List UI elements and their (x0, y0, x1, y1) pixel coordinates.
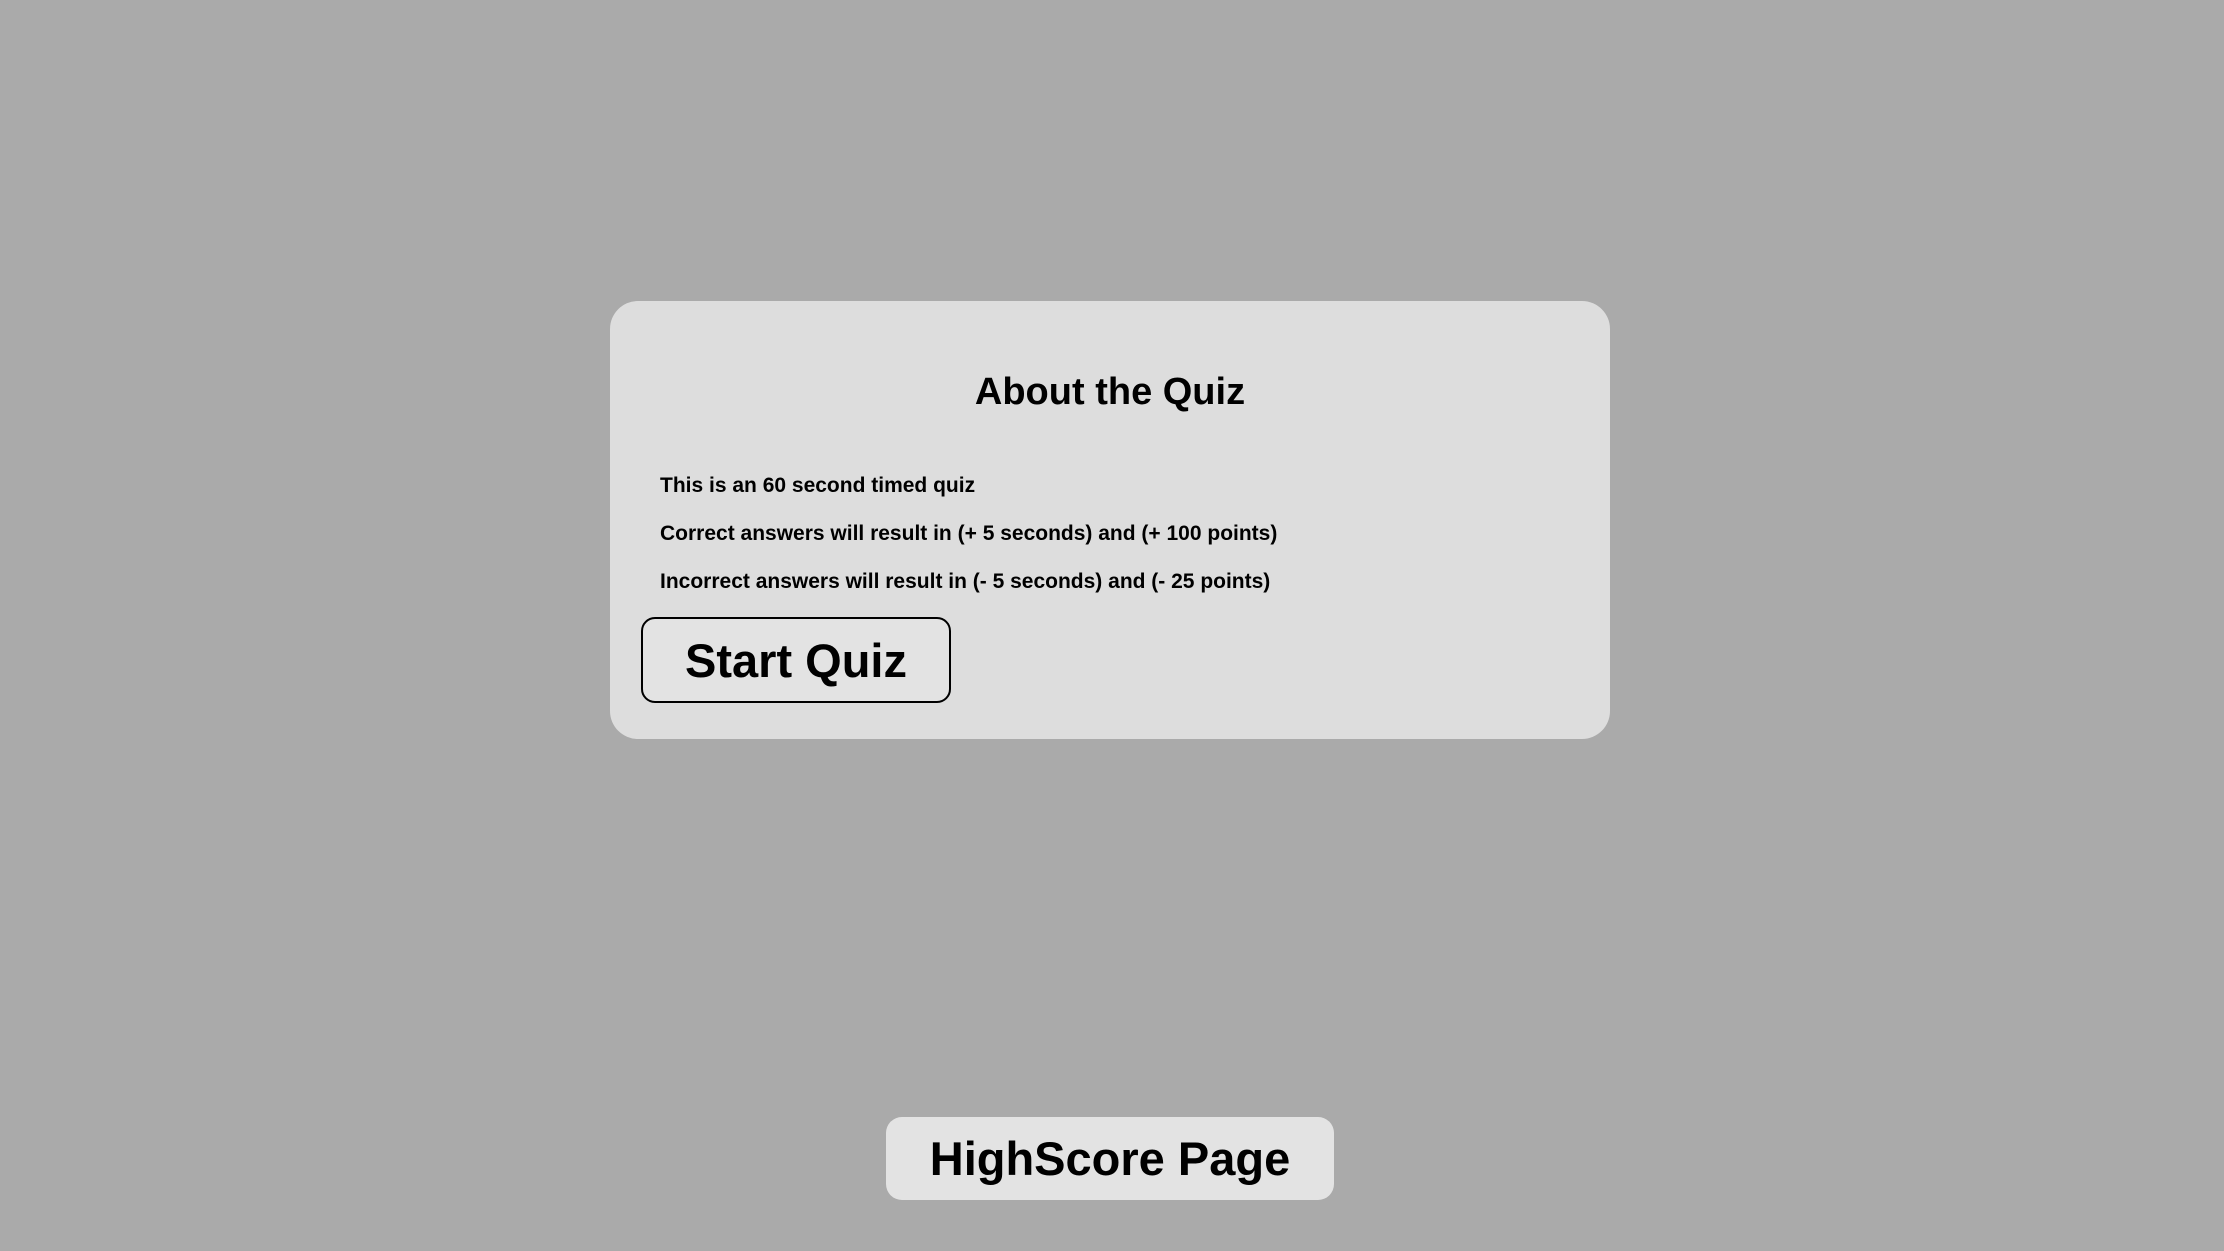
about-quiz-title: About the Quiz (974, 371, 1246, 413)
highscore-page-button[interactable]: HighScore Page (886, 1117, 1334, 1200)
rule-item-correct-answers: Correct answers will result in (+ 5 seco… (660, 522, 1278, 545)
about-quiz-card: About the Quiz This is an 60 second time… (610, 301, 1610, 739)
rule-item-incorrect-answers: Incorrect answers will result in (- 5 se… (660, 570, 1271, 593)
quiz-rules-list: This is an 60 second timed quiz Correct … (660, 472, 1277, 616)
start-quiz-button[interactable]: Start Quiz (641, 617, 951, 703)
rule-item-duration: This is an 60 second timed quiz (660, 474, 976, 497)
